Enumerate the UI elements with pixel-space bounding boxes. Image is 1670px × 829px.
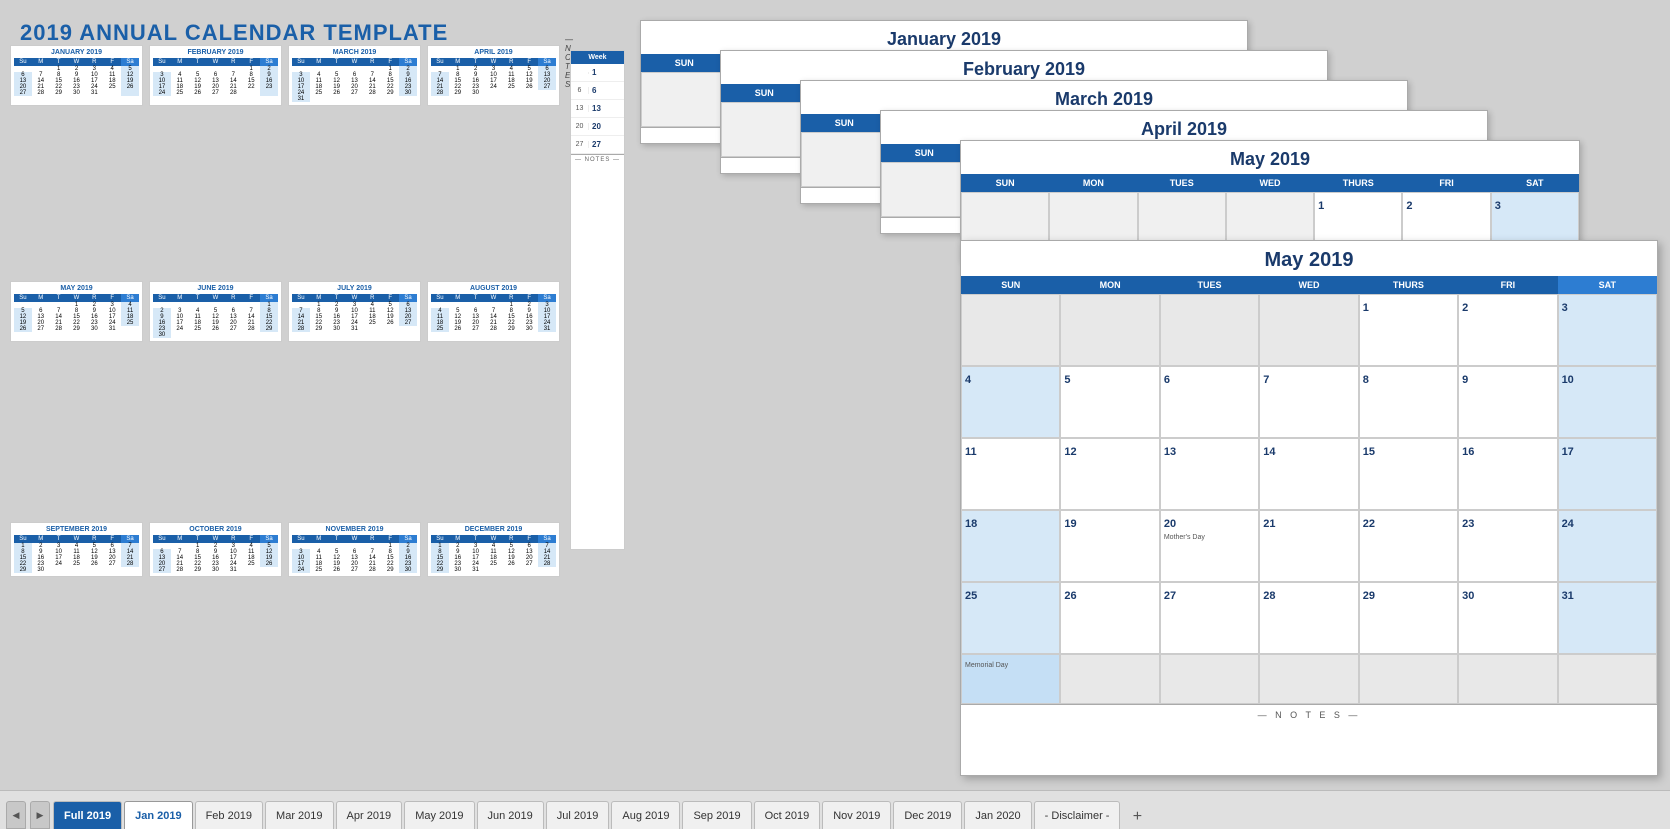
tab-feb2019[interactable]: Feb 2019 — [195, 801, 263, 829]
may-week4: 18 19 20Mother's Day 21 22 23 24 — [961, 510, 1657, 582]
tab-may2019[interactable]: May 2019 — [404, 801, 474, 829]
may-large-header: SUNMONTUESWEDTHURSFRISAT — [961, 174, 1579, 192]
may-week6: Memorial Day — [961, 654, 1657, 704]
small-cal-apr: APRIL 2019 SuMTWRFSa 123456 78910111213 … — [427, 45, 560, 106]
tab-bar: ◀ ▶ Full 2019 Jan 2019 Feb 2019 Mar 2019… — [0, 790, 1670, 829]
may-week3: 11 12 13 14 15 16 17 — [961, 438, 1657, 510]
tab-jan2019[interactable]: Jan 2019 — [124, 801, 192, 829]
tab-next-button[interactable]: ▶ — [30, 801, 50, 829]
may-card-header: SUN MON TUES WED THURS FRI SAT — [961, 276, 1657, 294]
tab-add-button[interactable]: + — [1125, 805, 1149, 829]
small-cal-mar: MARCH 2019 SuMTWRFSa 12 3456789 10111213… — [288, 45, 421, 106]
small-cal-may: MAY 2019 SuMTWRFSa 1234 567891011 121314… — [10, 281, 143, 342]
small-cal-jan: JANUARY 2019 SuMTWRFSa 12345 6789101112 … — [10, 45, 143, 106]
tab-jul2019[interactable]: Jul 2019 — [546, 801, 610, 829]
tab-dec2019[interactable]: Dec 2019 — [893, 801, 962, 829]
tab-full2019[interactable]: Full 2019 — [53, 801, 122, 829]
tab-jun2019[interactable]: Jun 2019 — [477, 801, 544, 829]
small-cal-jul: JULY 2019 SuMTWRFSa 123456 78910111213 1… — [288, 281, 421, 342]
may2019-main-card: May 2019 SUN MON TUES WED THURS FRI SAT … — [960, 240, 1658, 776]
may-card-title: May 2019 — [961, 241, 1657, 276]
tab-nov2019[interactable]: Nov 2019 — [822, 801, 891, 829]
may-week1b: 4 5 6 7 8 9 10 — [961, 366, 1657, 438]
small-cal-feb: FEBRUARY 2019 SuMTWRFSa 12 3456789 10111… — [149, 45, 282, 106]
small-cal-jun: JUNE 2019 SuMTWRFSa 1 2345678 9101112131… — [149, 281, 282, 342]
tab-mar2019[interactable]: Mar 2019 — [265, 801, 333, 829]
may-week5: 25 26 27 28 29 30 31 — [961, 582, 1657, 654]
tab-oct2019[interactable]: Oct 2019 — [754, 801, 821, 829]
may-large-title: May 2019 — [961, 141, 1579, 174]
weekly-view: Week 1 6 6 13 13 20 20 27 27 — — [570, 50, 625, 550]
small-cal-aug: AUGUST 2019 SuMTWRFSa 123 45678910 11121… — [427, 281, 560, 342]
small-cal-dec: DECEMBER 2019 SuMTWRFSa 1234567 89101112… — [427, 522, 560, 577]
tab-disclaimer[interactable]: - Disclaimer - — [1034, 801, 1121, 829]
tab-jan2020[interactable]: Jan 2020 — [964, 801, 1031, 829]
tab-sep2019[interactable]: Sep 2019 — [682, 801, 751, 829]
small-cals-area: JANUARY 2019 SuMTWRFSa 12345 6789101112 … — [10, 45, 560, 577]
tab-apr2019[interactable]: Apr 2019 — [336, 801, 403, 829]
may-week1: 1 2 3 — [961, 294, 1657, 366]
small-cal-nov: NOVEMBER 2019 SuMTWRFSa 12 3456789 10111… — [288, 522, 421, 577]
small-cal-sep: SEPTEMBER 2019 SuMTWRFSa 1234567 8910111… — [10, 522, 143, 577]
main-area: 2019 ANNUAL CALENDAR TEMPLATE January 20… — [0, 0, 1670, 790]
tab-aug2019[interactable]: Aug 2019 — [611, 801, 680, 829]
small-cal-oct: OCTOBER 2019 SuMTWRFSa 12345 6789101112 … — [149, 522, 282, 577]
tab-prev-button[interactable]: ◀ — [6, 801, 26, 829]
may-notes-label: — N O T E S — — [961, 704, 1657, 725]
